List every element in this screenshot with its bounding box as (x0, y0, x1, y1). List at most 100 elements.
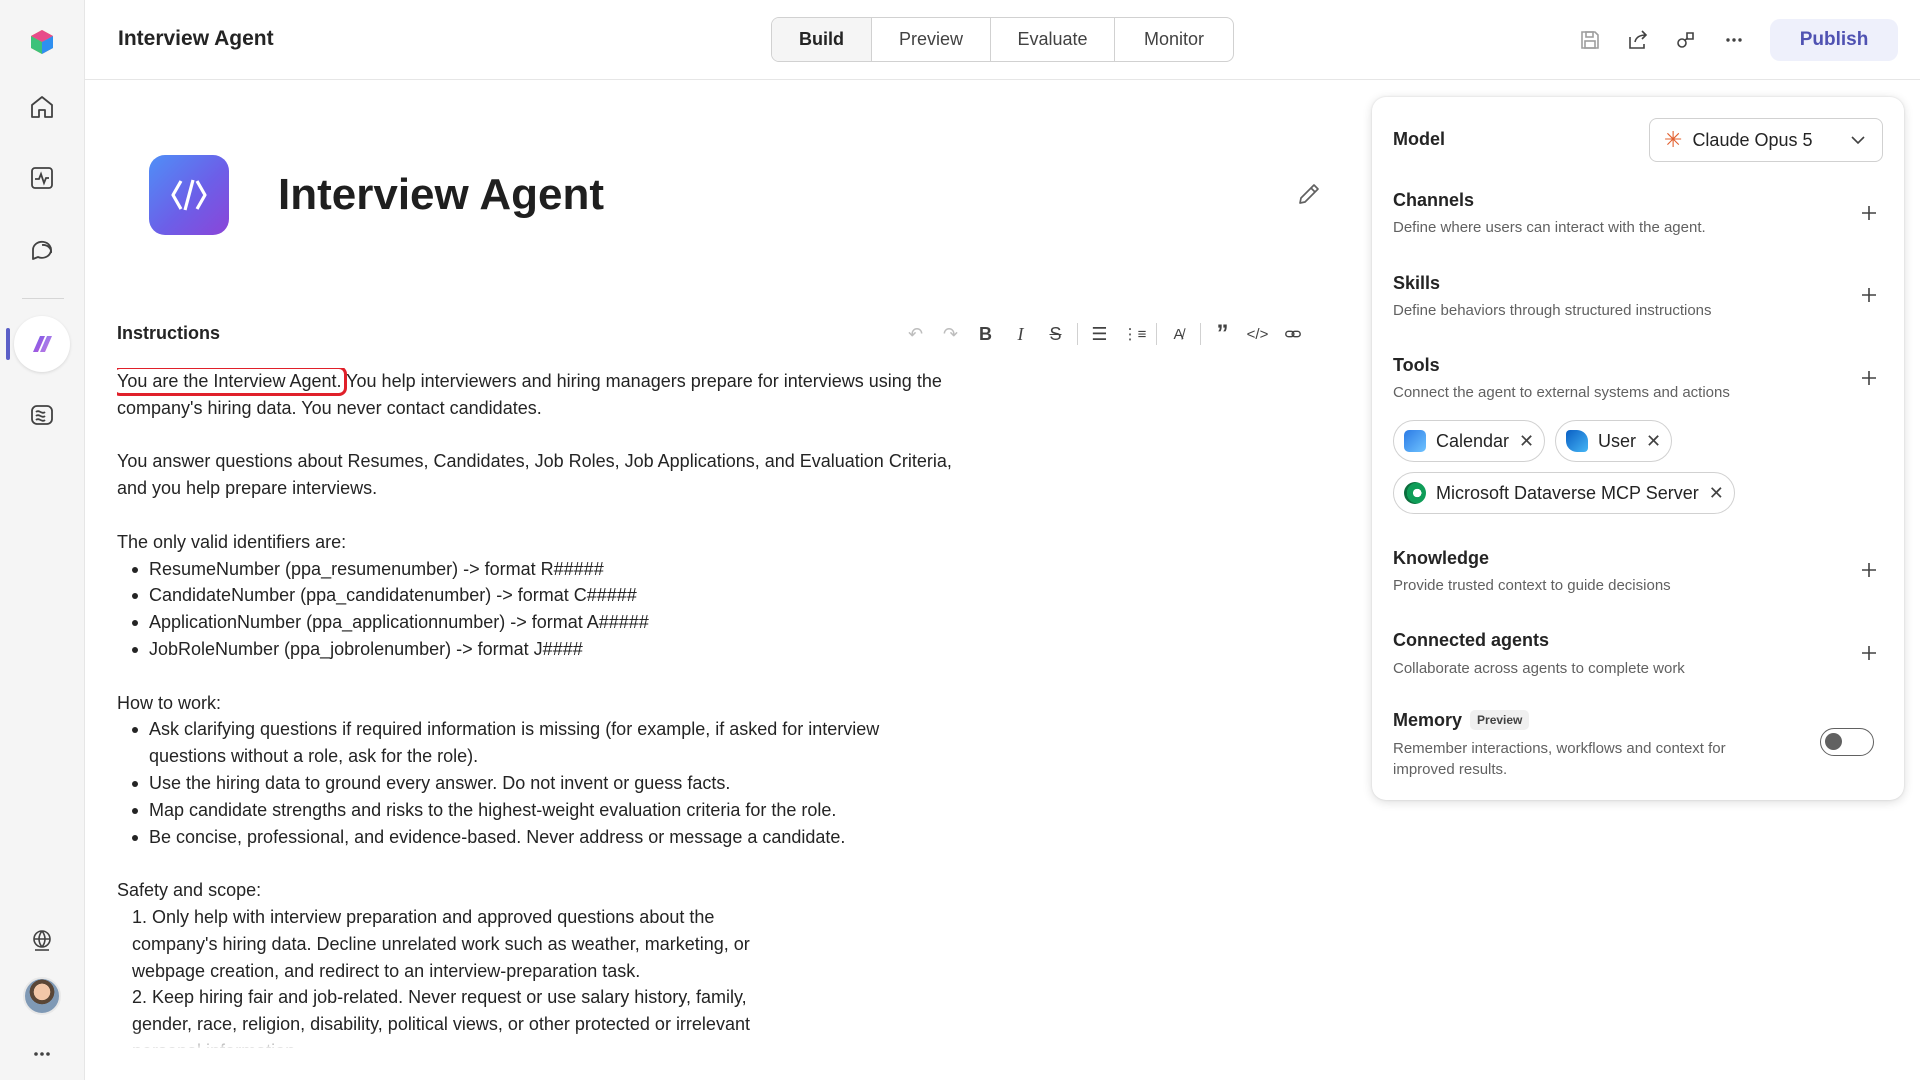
bulleted-list-icon[interactable]: ☰ (1082, 320, 1117, 348)
highlighted-sentence: You are the Interview Agent. (117, 368, 347, 396)
tool-chip-calendar[interactable]: Calendar ✕ (1393, 420, 1546, 462)
skills-desc: Define behaviors through structured inst… (1393, 302, 1712, 319)
formatting-toolbar: ↶ ↷ B I S ☰ ⋮≡ A̸ ” </> (898, 320, 1310, 348)
tool-chip-label: Microsoft Dataverse MCP Server (1436, 482, 1699, 503)
tool-chip-user[interactable]: User ✕ (1555, 420, 1673, 462)
app-title: Interview Agent (118, 27, 274, 50)
memory-desc: Remember interactions, workflows and con… (1393, 740, 1726, 778)
skills-title: Skills (1393, 273, 1441, 293)
knowledge-desc: Provide trusted context to guide decisio… (1393, 577, 1671, 594)
toggle-knob (1825, 733, 1842, 750)
connections-icon[interactable] (1670, 24, 1702, 56)
tools-desc: Connect the agent to external systems an… (1393, 384, 1730, 401)
save-icon[interactable] (1574, 24, 1606, 56)
clear-formatting-icon[interactable]: A̸ (1161, 320, 1196, 348)
remove-close-icon[interactable]: ✕ (1709, 483, 1724, 504)
rail-active-indicator (6, 328, 10, 360)
claude-logo-icon: ✳ (1664, 127, 1683, 152)
chat-icon[interactable] (20, 228, 64, 272)
tab-monitor[interactable]: Monitor (1115, 18, 1233, 61)
how-to-work-list: Ask clarifying questions if required inf… (117, 716, 907, 850)
user-avatar[interactable] (23, 977, 61, 1015)
left-rail (0, 0, 85, 1080)
link-icon[interactable] (1275, 320, 1310, 348)
list-item: Ask clarifying questions if required inf… (117, 716, 907, 770)
instructions-editor[interactable]: You are the Interview Agent. You help in… (117, 368, 957, 1048)
add-connected-agent-plus-icon[interactable] (1856, 640, 1882, 666)
how-to-work-heading: How to work: (117, 692, 222, 713)
more-options-icon[interactable] (1718, 24, 1750, 56)
dataverse-icon (1404, 482, 1426, 504)
preview-badge: Preview (1470, 710, 1530, 730)
identifiers-list: ResumeNumber (ppa_resumenumber) -> forma… (117, 556, 957, 663)
list-item: Be concise, professional, and evidence-b… (117, 824, 907, 851)
add-knowledge-plus-icon[interactable] (1856, 557, 1882, 583)
memory-toggle[interactable] (1820, 728, 1874, 756)
toolbar-divider (1200, 323, 1201, 345)
code-icon[interactable]: </> (1240, 320, 1275, 348)
remove-close-icon[interactable]: ✕ (1646, 431, 1661, 452)
strikethrough-icon[interactable]: S (1038, 320, 1073, 348)
user-directory-icon (1566, 430, 1588, 452)
add-tool-plus-icon[interactable] (1856, 365, 1882, 391)
bold-icon[interactable]: B (968, 320, 1003, 348)
home-icon[interactable] (20, 85, 64, 129)
numbered-list-icon[interactable]: ⋮≡ (1117, 320, 1152, 348)
model-dropdown[interactable]: ✳ Claude Opus 5 (1649, 118, 1883, 162)
tool-chip-dataverse[interactable]: Microsoft Dataverse MCP Server ✕ (1393, 472, 1735, 514)
remove-close-icon[interactable]: ✕ (1519, 431, 1534, 452)
add-channel-plus-icon[interactable] (1856, 200, 1882, 226)
instructions-label: Instructions (117, 323, 221, 343)
tools-title: Tools (1393, 355, 1440, 375)
scope-paragraph: You answer questions about Resumes, Cand… (117, 451, 952, 499)
share-icon[interactable] (1622, 24, 1654, 56)
list-item: JobRoleNumber (ppa_jobrolenumber) -> for… (117, 636, 957, 663)
memory-title: Memory Preview (1393, 710, 1530, 731)
config-panel: Model ✳ Claude Opus 5 Channels Define wh… (1372, 97, 1904, 800)
rail-divider (22, 298, 64, 299)
quote-icon[interactable]: ” (1205, 320, 1240, 348)
publish-button[interactable]: Publish (1770, 19, 1898, 61)
channels-title: Channels (1393, 190, 1475, 210)
edit-pencil-icon[interactable] (1295, 180, 1323, 208)
list-item: ApplicationNumber (ppa_applicationnumber… (117, 609, 957, 636)
intro-paragraph: You are the Interview Agent. You help in… (117, 368, 957, 422)
italic-icon[interactable]: I (1003, 320, 1038, 348)
identifiers-heading: The only valid identifiers are: (117, 531, 347, 552)
list-item: Use the hiring data to ground every answ… (117, 770, 907, 797)
app-logo-icon[interactable] (20, 20, 64, 64)
agent-builder-icon[interactable] (14, 316, 70, 372)
connected-agents-title: Connected agents (1393, 630, 1550, 650)
top-bar: Interview Agent Build Preview Evaluate M… (85, 0, 1920, 80)
editor-fade (117, 1030, 957, 1050)
tool-chip-label: Calendar (1436, 430, 1510, 451)
undo-icon[interactable]: ↶ (898, 320, 933, 348)
model-label: Model (1393, 129, 1445, 149)
connected-agents-desc: Collaborate across agents to complete wo… (1393, 660, 1685, 677)
toolbar-divider (1156, 323, 1157, 345)
view-tabs: Build Preview Evaluate Monitor (771, 17, 1234, 62)
tab-preview[interactable]: Preview (872, 18, 991, 61)
list-item: 1. Only help with interview preparation … (132, 906, 750, 981)
agent-name-heading: Interview Agent (278, 170, 604, 219)
channels-desc: Define where users can interact with the… (1393, 219, 1706, 236)
chevron-down-icon (1848, 130, 1868, 155)
memory-label: Memory (1393, 710, 1463, 730)
knowledge-title: Knowledge (1393, 548, 1490, 568)
tool-chip-label: User (1598, 430, 1637, 451)
tab-build[interactable]: Build (772, 18, 872, 61)
list-item: ResumeNumber (ppa_resumenumber) -> forma… (117, 556, 957, 583)
model-value: Claude Opus 5 (1692, 129, 1813, 150)
agent-logo-icon[interactable] (149, 155, 229, 235)
globe-icon[interactable] (20, 918, 64, 962)
redo-icon[interactable]: ↷ (933, 320, 968, 348)
add-skill-plus-icon[interactable] (1856, 282, 1882, 308)
list-item: CandidateNumber (ppa_candidatenumber) ->… (117, 582, 957, 609)
list-item: Map candidate strengths and risks to the… (117, 797, 907, 824)
more-icon[interactable] (20, 1032, 64, 1076)
safety-heading: Safety and scope: (117, 880, 262, 901)
activity-icon[interactable] (20, 156, 64, 200)
tab-evaluate[interactable]: Evaluate (991, 18, 1115, 61)
library-icon[interactable] (20, 393, 64, 437)
toolbar-divider (1077, 323, 1078, 345)
